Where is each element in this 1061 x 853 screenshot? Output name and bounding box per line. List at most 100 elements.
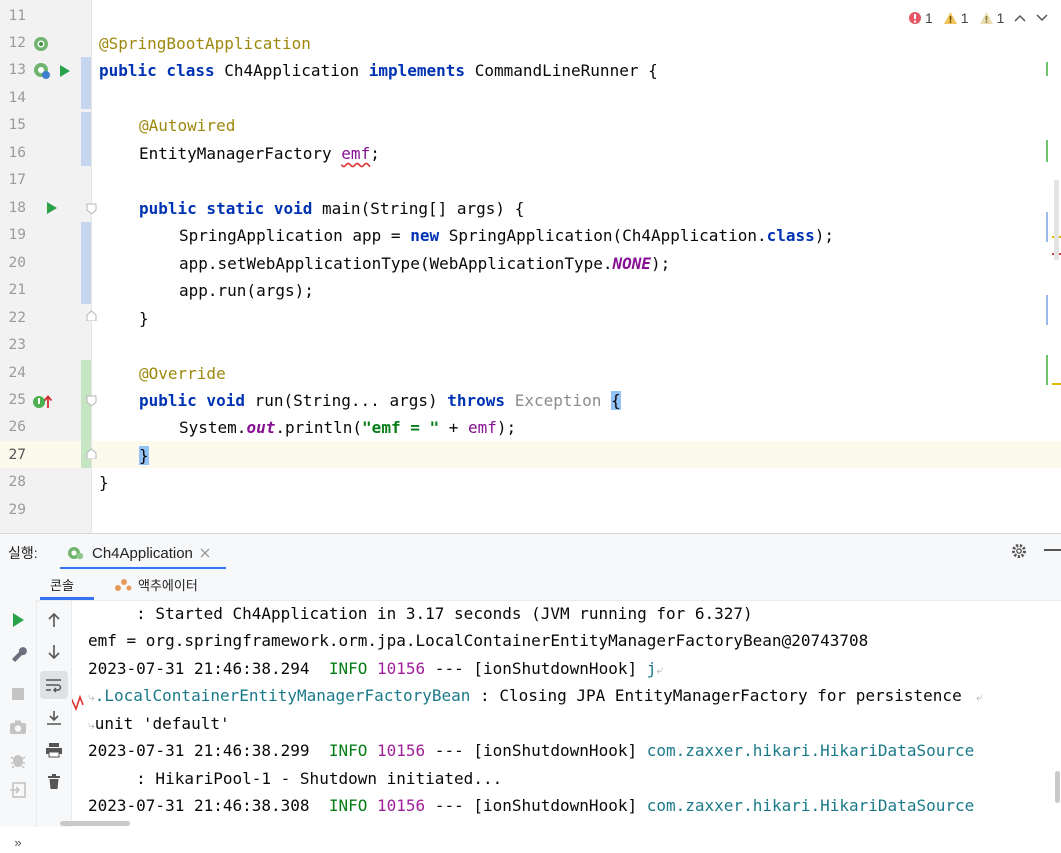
tab-actuator-label: 액추에이터 [138, 577, 198, 593]
line-number: 26 [8, 419, 26, 435]
console-text: emf = org.springframework.orm.jpa.LocalC… [88, 631, 869, 650]
spring-bean-icon[interactable] [32, 35, 50, 53]
code-line-25: public void run(String... args) throws E… [139, 387, 621, 414]
warning-icon [943, 12, 957, 24]
weak-warning-count[interactable]: 1 [979, 10, 1004, 26]
modify-config-button[interactable] [7, 642, 29, 664]
tab-actuator[interactable]: 액추에이터 [114, 569, 198, 599]
warning-stripe-mark[interactable] [1052, 383, 1061, 385]
clear-all-button[interactable] [43, 771, 65, 793]
chevron-down-icon[interactable] [1036, 13, 1048, 23]
unused-exception: Exception [514, 391, 612, 410]
warning-count-label: 1 [960, 10, 969, 26]
close-icon[interactable] [199, 547, 211, 559]
keyword: public void [139, 391, 255, 410]
screenshot-button[interactable] [7, 716, 29, 738]
fold-marker-icon[interactable] [86, 310, 97, 321]
logger-class[interactable]: com.zaxxer.hikari.HikariDataSource [647, 741, 975, 760]
camera-icon [10, 720, 26, 734]
process-id: 10156 [377, 741, 426, 760]
print-button[interactable] [43, 739, 65, 761]
code-text: run(String... args) [254, 391, 448, 410]
line-number: 18 [8, 200, 26, 216]
scroll-down-button[interactable] [43, 641, 65, 663]
code-text: SpringApplication(Ch4Application. [448, 226, 767, 245]
code-text: SpringApplication app = [179, 226, 411, 245]
code-line-20: app.setWebApplicationType(WebApplication… [179, 250, 670, 277]
console-line: ⤷unit 'default' [88, 710, 230, 737]
class-name: Ch4Application [224, 61, 369, 80]
code-line-12: @SpringBootApplication [99, 30, 311, 57]
bug-icon [10, 755, 26, 769]
active-subtab-indicator [40, 597, 94, 600]
code-editor[interactable]: 11 12 13 14 15 16 17 18 19 20 21 22 23 2… [0, 0, 1061, 533]
logger-class[interactable]: .LocalContainerEntityManagerFactoryBean [95, 686, 471, 705]
code-text: System. [179, 418, 247, 437]
error-count[interactable]: 1 [908, 10, 933, 26]
implements-method-icon[interactable] [32, 393, 54, 411]
stop-button[interactable] [7, 683, 29, 705]
spring-bean-icon[interactable] [32, 61, 52, 81]
change-stripe-mark[interactable] [1046, 212, 1048, 242]
fold-marker-icon[interactable] [86, 395, 97, 406]
spring-boot-icon [68, 547, 84, 560]
code-line-15: @Autowired [139, 112, 235, 139]
change-stripe-mark[interactable] [1046, 355, 1048, 385]
line-number: 20 [8, 255, 26, 271]
code-text: app.run(args); [179, 281, 314, 300]
console-vertical-scrollbar[interactable] [1055, 771, 1060, 803]
console-line: : Started Ch4Application in 3.17 seconds… [88, 601, 753, 627]
line-number: 23 [8, 337, 26, 353]
console-text: --- [ionShutdownHook] [425, 659, 647, 678]
soft-wrap-mark-icon: ⤷ [88, 718, 95, 732]
console-output[interactable]: : Started Ch4Application in 3.17 seconds… [72, 601, 1061, 827]
code-text: ; [370, 144, 380, 163]
run-left-toolbar: » [0, 569, 37, 850]
debug-button[interactable] [7, 749, 29, 771]
warning-count[interactable]: 1 [943, 10, 969, 26]
error-icon [909, 12, 921, 24]
console-line: 2023-07-31 21:46:38.299 INFO 10156 --- [… [88, 737, 974, 764]
rerun-button[interactable] [7, 609, 29, 631]
more-tools-chevron-icon[interactable]: » [7, 831, 29, 853]
soft-wrap-mark-icon: ⤶ [961, 690, 983, 704]
change-stripe-mark[interactable] [1046, 140, 1048, 162]
gear-icon[interactable] [1010, 542, 1028, 560]
change-stripe-mark[interactable] [1046, 62, 1048, 76]
matched-brace: { [611, 391, 621, 410]
static-field: out [246, 418, 276, 437]
inspection-widget[interactable]: 1 1 1 [908, 10, 1048, 26]
run-config-tab[interactable]: Ch4Application [62, 538, 215, 568]
scroll-up-button[interactable] [43, 609, 65, 631]
field-name: emf [341, 144, 371, 163]
minimize-icon[interactable] [1044, 549, 1061, 552]
line-number: 15 [8, 117, 26, 133]
exit-button[interactable] [7, 779, 29, 801]
stop-icon [12, 688, 24, 700]
console-horizontal-scrollbar[interactable] [60, 821, 130, 826]
soft-wrap-button[interactable] [40, 671, 68, 699]
fold-marker-icon[interactable] [86, 448, 97, 459]
chevron-up-icon[interactable] [1014, 13, 1026, 23]
soft-wrap-mark-icon: ⤶ [656, 663, 664, 677]
code-text: .println( [275, 418, 363, 437]
run-gutter-icon[interactable] [45, 200, 59, 216]
run-gutter-icon[interactable] [58, 63, 72, 79]
tab-console[interactable]: 콘솔 [50, 569, 74, 599]
keyword: implements [368, 61, 475, 80]
logger-class[interactable]: com.zaxxer.hikari.HikariDataSource [647, 796, 975, 815]
log-level: INFO [328, 659, 368, 678]
scroll-to-end-button[interactable] [43, 707, 65, 729]
keyword: throws [447, 391, 515, 410]
fold-marker-icon[interactable] [86, 203, 97, 214]
editor-scrollbar[interactable] [1054, 180, 1059, 260]
keyword: public static void [139, 199, 323, 218]
code-text: ); [496, 418, 517, 437]
logger-class[interactable]: j [647, 659, 657, 678]
line-number: 11 [8, 8, 26, 24]
scroll-to-end-icon [47, 711, 61, 725]
change-stripe-mark[interactable] [1046, 295, 1048, 325]
code-line-26: System.out.println("emf = " + emf); [179, 414, 516, 441]
console-toolbar [37, 601, 72, 827]
